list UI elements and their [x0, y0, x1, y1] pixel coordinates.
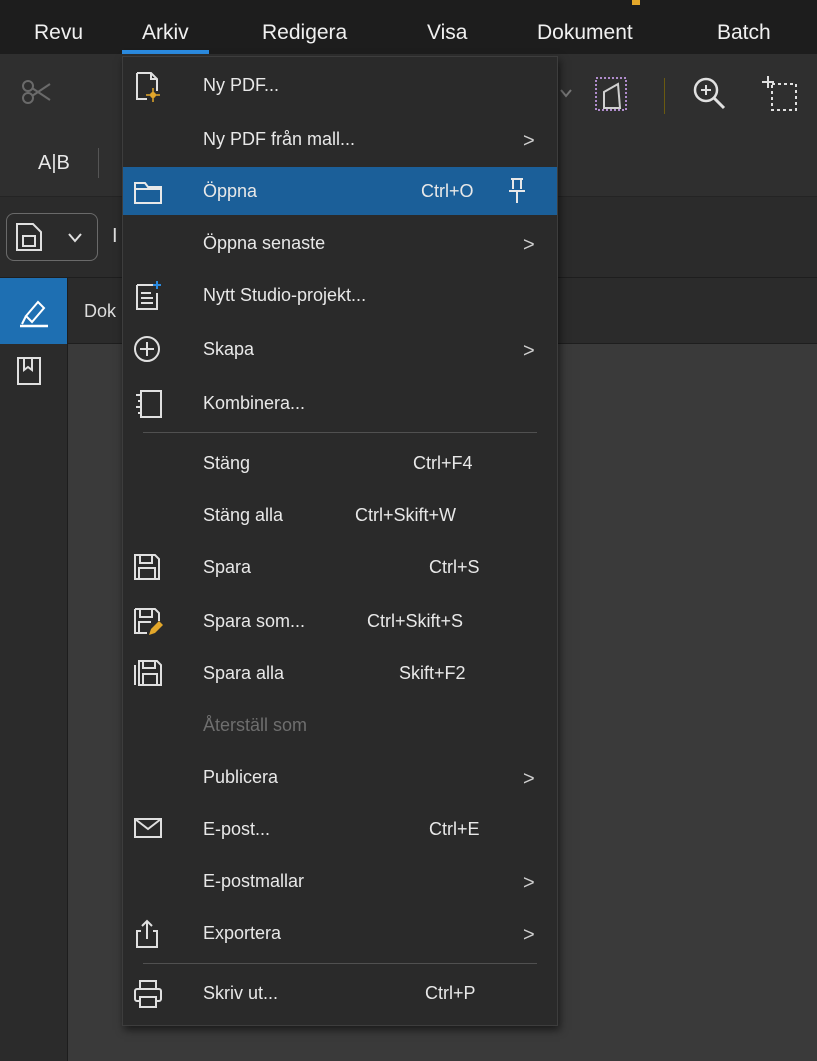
chevron-down-icon — [68, 233, 82, 243]
menu-batch[interactable]: Batch — [717, 0, 771, 54]
menu-item-shortcut: Ctrl+Skift+W — [355, 505, 457, 525]
menu-separator — [143, 963, 537, 964]
menu-item-stang-alla[interactable]: Stäng alla Ctrl+Skift+W — [123, 487, 557, 543]
menu-item-label: Öppna — [203, 181, 258, 201]
menu-separator — [143, 432, 537, 433]
mail-icon — [134, 818, 162, 838]
text-tool-button[interactable]: A|B — [38, 152, 70, 175]
menu-item-stang[interactable]: Stäng Ctrl+F4 — [123, 435, 557, 491]
menu-item-nytt-studio-projekt[interactable]: Nytt Studio-projekt... — [123, 267, 557, 323]
menu-item-shortcut: Skift+F2 — [399, 663, 466, 683]
save-all-icon — [134, 660, 162, 686]
menu-item-shortcut: Ctrl+O — [421, 181, 474, 201]
submenu-arrow-icon: > — [523, 234, 535, 256]
combine-icon — [136, 390, 162, 418]
menu-item-label: Exportera — [203, 923, 282, 943]
save-as-icon — [134, 608, 163, 635]
menu-item-label: E-postmallar — [203, 871, 305, 891]
menu-item-spara[interactable]: Spara Ctrl+S — [123, 539, 557, 595]
document-tab[interactable]: Dok — [84, 301, 116, 322]
zoom-in-icon[interactable] — [692, 76, 728, 112]
menu-item-label: Ny PDF från mall... — [203, 129, 356, 149]
sidebar-bookmarks-button[interactable] — [0, 344, 67, 410]
menu-item-e-postmallar[interactable]: E-postmallar > — [123, 853, 557, 909]
notification-marker — [632, 0, 640, 5]
document-icon — [16, 223, 42, 251]
menu-item-label: Ny PDF... — [203, 75, 280, 95]
markup-pen-icon — [20, 300, 48, 328]
menu-item-skriv-ut[interactable]: Skriv ut... Ctrl+P — [123, 965, 557, 1021]
menu-visa[interactable]: Visa — [427, 0, 467, 54]
pin-icon[interactable] — [507, 177, 527, 205]
print-icon — [134, 980, 162, 1008]
menu-item-oppna-senaste[interactable]: Öppna senaste > — [123, 215, 557, 271]
save-icon — [134, 554, 160, 580]
menu-item-label: Spara — [203, 557, 252, 577]
page-tool-icon[interactable] — [588, 74, 632, 114]
menu-item-e-post[interactable]: E-post... Ctrl+E — [123, 801, 557, 857]
menu-item-label: E-post... — [203, 819, 271, 839]
menu-item-ny-pdf[interactable]: Ny PDF... — [123, 57, 557, 113]
document-dropdown[interactable] — [6, 213, 98, 261]
menu-item-shortcut: Ctrl+P — [425, 983, 476, 1003]
menu-item-label: Skapa — [203, 339, 255, 359]
submenu-arrow-icon: > — [523, 768, 535, 790]
left-sidebar — [0, 278, 68, 1061]
export-icon — [136, 919, 158, 948]
submenu-arrow-icon: > — [523, 924, 535, 946]
menu-bar: Revu Arkiv Redigera Visa Dokument Batch — [0, 0, 817, 54]
menu-item-label: Skriv ut... — [203, 983, 279, 1003]
new-pdf-icon — [136, 72, 160, 102]
sidebar-markup-button[interactable] — [0, 278, 67, 344]
submenu-arrow-icon: > — [523, 130, 535, 152]
menu-item-label: Stäng alla — [203, 505, 284, 525]
toolbar-partial-label: I — [112, 225, 118, 247]
chevron-down-icon[interactable] — [560, 88, 572, 98]
menu-item-ny-pdf-fran-mall[interactable]: Ny PDF från mall... > — [123, 111, 557, 167]
menu-dokument[interactable]: Dokument — [537, 0, 633, 54]
submenu-arrow-icon: > — [523, 340, 535, 362]
menu-item-label: Nytt Studio-projekt... — [203, 285, 367, 305]
menu-item-shortcut: Ctrl+E — [429, 819, 480, 839]
menu-item-label: Öppna senaste — [203, 233, 326, 253]
menu-item-kombinera[interactable]: Kombinera... — [123, 375, 557, 431]
folder-icon — [134, 182, 162, 204]
menu-item-shortcut: Ctrl+S — [429, 557, 480, 577]
menu-item-publicera[interactable]: Publicera > — [123, 749, 557, 805]
submenu-arrow-icon: > — [523, 872, 535, 894]
toolbar-divider — [664, 78, 665, 114]
toolbar-divider — [98, 148, 99, 178]
menu-revu[interactable]: Revu — [34, 0, 83, 54]
menu-item-label: Publicera — [203, 767, 279, 787]
menu-item-label: Kombinera... — [203, 393, 306, 413]
cut-icon[interactable] — [22, 80, 52, 106]
menu-item-exportera[interactable]: Exportera > — [123, 905, 557, 961]
menu-item-label: Spara alla — [203, 663, 285, 683]
studio-project-icon — [136, 281, 161, 310]
menu-item-label: Återställ som — [203, 715, 308, 735]
plus-circle-icon — [134, 336, 160, 362]
file-menu: Ny PDF... Ny PDF från mall... > Öppna Ct… — [122, 56, 558, 1026]
menu-redigera[interactable]: Redigera — [262, 0, 347, 54]
menu-item-skapa[interactable]: Skapa > — [123, 321, 557, 377]
menu-item-label: Spara som... — [203, 611, 306, 631]
menu-item-oppna[interactable]: Öppna Ctrl+O — [123, 167, 557, 215]
menu-item-spara-som[interactable]: Spara som... Ctrl+Skift+S — [123, 593, 557, 649]
menu-item-spara-alla[interactable]: Spara alla Skift+F2 — [123, 645, 557, 701]
menu-item-aterstall-som: Återställ som — [123, 697, 557, 753]
menu-item-label: Stäng — [203, 453, 251, 473]
menu-arkiv[interactable]: Arkiv — [122, 0, 209, 54]
bookmark-icon — [17, 357, 41, 385]
menu-item-shortcut: Ctrl+Skift+S — [367, 611, 464, 631]
select-area-icon[interactable] — [758, 76, 798, 114]
menu-item-shortcut: Ctrl+F4 — [413, 453, 473, 473]
